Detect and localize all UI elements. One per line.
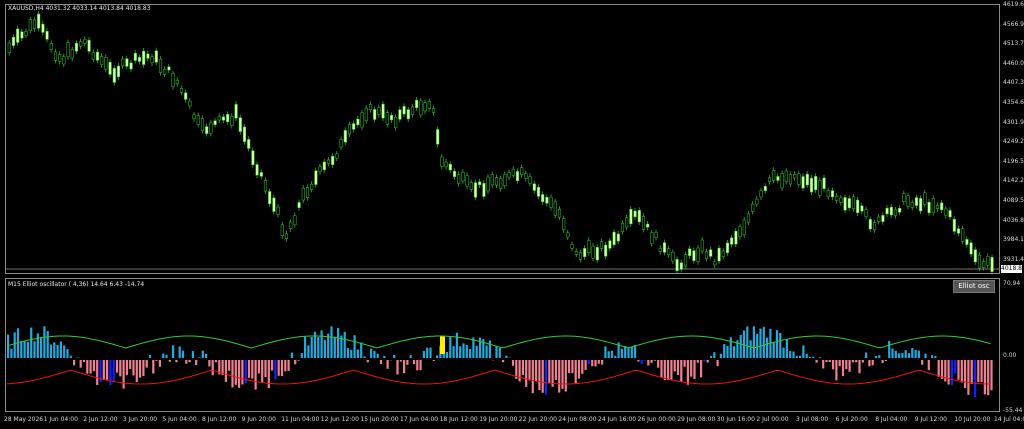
price-axis-label: 4301.90: [1003, 118, 1024, 126]
time-axis-label: 10 Jul 20:00: [954, 416, 991, 423]
oscillator-axis-label: -55.44: [1003, 407, 1023, 414]
price-candles: [6, 11, 999, 398]
time-axis-label: 3 Jul 08:00: [796, 416, 829, 423]
price-axis-label: 4142.25: [1003, 177, 1024, 185]
time-axis-label: 19 Jun 20:00: [479, 416, 518, 423]
price-axis-label: 4566.95: [1003, 20, 1024, 28]
time-axis-label: 30 Jun 16:00: [716, 416, 755, 423]
time-axis-label: 17 Jun 04:00: [400, 416, 439, 423]
time-axis-label: 1 Jun 04:00: [43, 416, 78, 423]
time-axis-label: 5 Jun 04:00: [162, 416, 197, 423]
price-axis-label: 4089.55: [1003, 197, 1024, 204]
time-axis-label: 18 Jun 12:00: [439, 416, 478, 423]
time-axis-label: 12 Jun 12:00: [320, 416, 359, 423]
time-axis-label: 3 Jun 20:00: [122, 416, 158, 423]
price-axis-label: 4354.60: [1003, 99, 1024, 106]
time-axis-label: 29 Jun 08:00: [677, 416, 716, 423]
price-axis-label: 3931.45: [1003, 255, 1024, 263]
time-axis-label: 8 Jun 12:00: [202, 416, 237, 423]
time-axis-label: 28 May 2026: [4, 416, 44, 423]
oscillator-axis-label: 70.94: [1003, 280, 1021, 287]
time-axis-label: 11 Jun 04:00: [281, 416, 320, 423]
price-axis-label: 3984.15: [1003, 236, 1024, 244]
time-axis-label: 26 Jun 00:00: [637, 416, 676, 423]
time-axis-label: 6 Jul 20:00: [835, 416, 868, 423]
price-axis-label: 4619.65: [1003, 1, 1024, 8]
time-axis-label: 14 Jul 04:00: [994, 416, 1024, 423]
time-axis-label: 15 Jun 20:00: [360, 416, 399, 423]
price-axis-label: 4196.50: [1003, 157, 1024, 165]
time-axis-label: 2 Jul 00:00: [756, 416, 789, 423]
current-price-label: 4018.83: [1001, 265, 1024, 273]
oscillator-axis-label: 0.00: [1003, 352, 1017, 359]
time-axis-label: 24 Jun 16:00: [598, 416, 637, 423]
time-axis-label: 22 Jun 20:00: [518, 416, 557, 423]
time-axis-label: 24 Jun 08:00: [558, 416, 597, 423]
price-axis-label: 4407.30: [1003, 79, 1024, 87]
time-axis-label: 9 Jul 12:00: [914, 416, 947, 423]
time-axis-label: 9 Jun 20:00: [241, 416, 276, 423]
time-axis-label: 8 Jul 04:00: [875, 416, 908, 423]
price-axis-label: 4036.85: [1003, 216, 1024, 224]
price-axis-label: 4513.70: [1003, 40, 1024, 48]
price-axis-label: 4249.20: [1003, 138, 1024, 146]
time-axis-label: 2 Jun 12:00: [83, 416, 118, 423]
price-axis-label: 4460.00: [1003, 59, 1024, 67]
